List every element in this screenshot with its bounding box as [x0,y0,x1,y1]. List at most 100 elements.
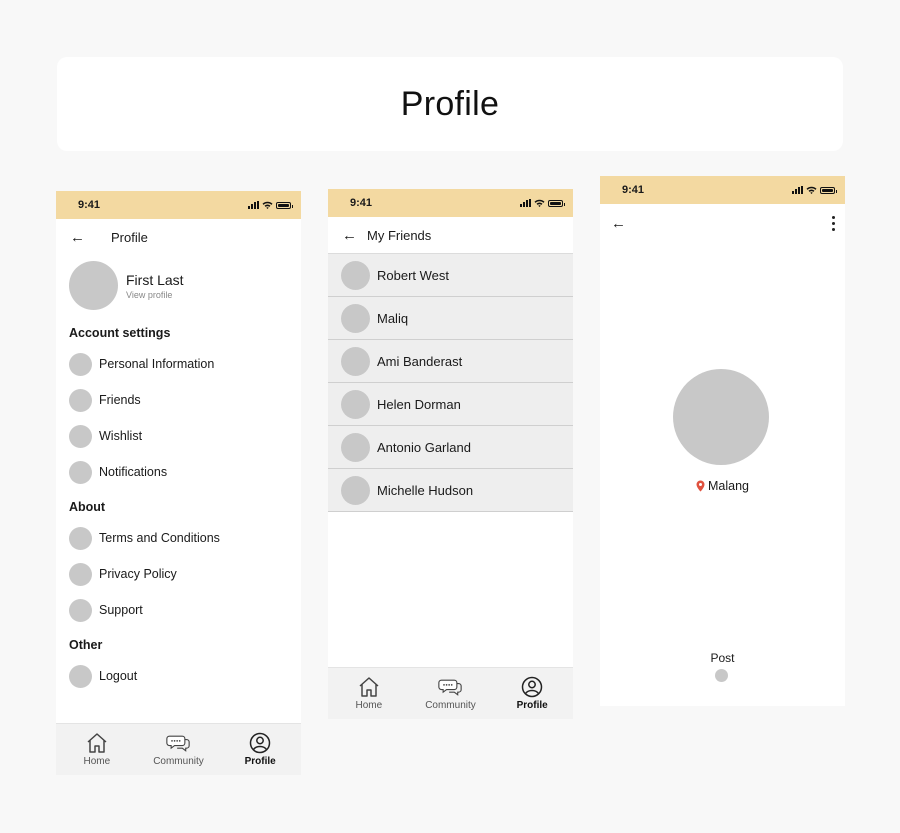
post-indicator[interactable] [715,669,728,682]
tab-home[interactable]: Home [62,732,132,767]
menu-item-personal-information[interactable]: Personal Information [56,346,301,382]
menu-item-friends[interactable]: Friends [56,382,301,418]
tab-label: Community [425,700,476,711]
user-circle-icon [249,732,271,754]
location-label: Malang [708,479,749,493]
menu-item-label: Personal Information [99,357,215,371]
status-bar: 9:41 [328,189,573,217]
back-arrow-icon[interactable]: ← [342,228,357,243]
friend-list: Robert West Maliq Ami Banderast Helen Do… [328,253,573,512]
menu-item-privacy-policy[interactable]: Privacy Policy [56,556,301,592]
status-bar: 9:41 [600,176,845,204]
item-icon [69,352,92,376]
menu-item-support[interactable]: Support [56,592,301,628]
tab-label: Profile [244,756,276,767]
tab-label: Home [83,756,111,767]
section-other: Other [69,638,103,652]
title-card: Profile [57,57,843,151]
chat-bubble-icon [438,679,463,696]
menu-item-terms[interactable]: Terms and Conditions [56,520,301,556]
profile-screen: 9:41 ← Profile First Last View profile A… [56,191,301,775]
status-time: 9:41 [350,197,373,209]
friend-name: Helen Dorman [377,396,461,412]
tab-profile[interactable]: Profile [225,732,295,767]
menu-item-label: Notifications [99,465,168,479]
more-options-icon[interactable] [832,215,835,231]
page-title: Profile [400,84,500,123]
battery-icon [820,186,837,194]
avatar [341,346,370,376]
section-account-settings: Account settings [69,326,171,340]
back-arrow-icon[interactable]: ← [70,230,85,245]
friend-row[interactable]: Michelle Hudson [328,469,573,512]
tab-bar: Home Community Profile [328,667,573,719]
back-arrow-icon[interactable]: ← [611,216,626,231]
menu-item-label: Terms and Conditions [99,531,220,545]
location-pin-icon [696,480,705,492]
wifi-icon [534,199,545,207]
avatar [341,303,370,333]
tab-community[interactable]: Community [415,676,485,711]
post-label: Post [710,651,735,665]
menu-item-notifications[interactable]: Notifications [56,454,301,490]
home-icon [359,677,379,697]
user-circle-icon [521,676,543,698]
tab-home[interactable]: Home [334,676,404,711]
status-icons [792,186,837,194]
home-icon [87,733,107,753]
tab-bar: Home Community Profile [56,723,301,775]
item-icon [69,664,92,688]
wifi-icon [262,201,273,209]
friend-row[interactable]: Robert West [328,254,573,297]
signal-icon [520,199,531,207]
tab-label: Profile [516,700,548,711]
menu-item-label: Privacy Policy [99,567,177,581]
status-time: 9:41 [78,199,101,211]
header-title: Profile [111,229,148,245]
friend-row[interactable]: Antonio Garland [328,426,573,469]
status-icons [520,199,565,207]
user-name: First Last [126,271,184,288]
friend-row[interactable]: Maliq [328,297,573,340]
tab-community[interactable]: Community [143,732,213,767]
friend-row[interactable]: Ami Banderast [328,340,573,383]
menu-item-wishlist[interactable]: Wishlist [56,418,301,454]
menu-item-label: Support [99,603,143,617]
status-icons [248,201,293,209]
wifi-icon [806,186,817,194]
battery-icon [548,199,565,207]
friends-screen: 9:41 ← My Friends Robert West Maliq Ami … [328,189,573,719]
section-about: About [69,500,106,514]
profile-header: ← Profile [56,219,301,255]
status-time: 9:41 [622,184,645,196]
header-title: My Friends [367,227,432,243]
detail-header: ← [600,204,845,242]
menu-item-label: Friends [99,393,141,407]
item-icon [69,598,92,622]
menu-item-label: Wishlist [99,429,143,443]
menu-item-logout[interactable]: Logout [56,658,301,694]
tab-label: Home [355,700,383,711]
avatar [341,475,370,505]
friend-name: Robert West [377,267,450,283]
signal-icon [248,201,259,209]
tab-profile[interactable]: Profile [497,676,567,711]
menu-item-label: Logout [99,669,138,683]
item-icon [69,424,92,448]
friends-header: ← My Friends [328,217,573,253]
friend-row[interactable]: Helen Dorman [328,383,573,426]
friend-name: Maliq [377,310,409,326]
tab-label: Community [153,756,204,767]
avatar [341,432,370,462]
location: Malang [600,479,845,493]
friend-name: Ami Banderast [377,353,463,369]
avatar [341,389,370,419]
signal-icon [792,186,803,194]
item-icon [69,388,92,412]
profile-summary[interactable]: First Last View profile [56,255,301,316]
status-bar: 9:41 [56,191,301,219]
avatar [673,369,769,465]
view-profile-link[interactable]: View profile [126,290,184,300]
chat-bubble-icon [166,735,191,752]
item-icon [69,562,92,586]
